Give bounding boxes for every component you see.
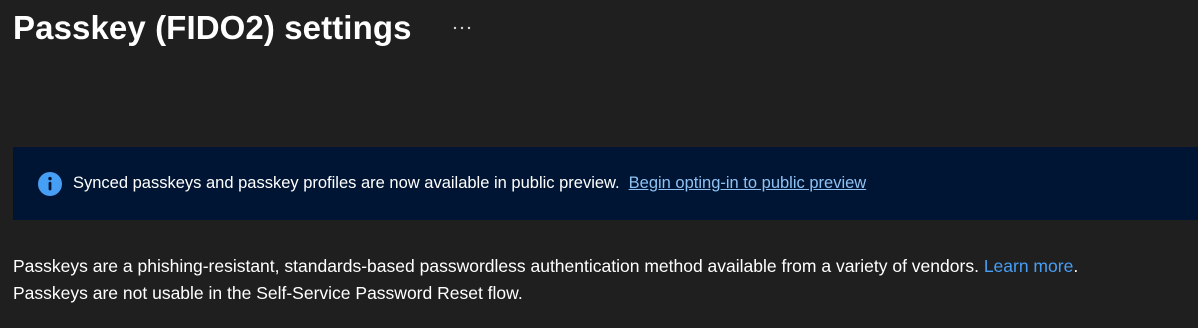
banner-message: Synced passkeys and passkey profiles are… (73, 174, 620, 192)
title-row: Passkey (FIDO2) settings (13, 8, 474, 48)
ellipsis-icon (453, 26, 470, 30)
description-text-1: Passkeys are a phishing-resistant, stand… (13, 256, 979, 276)
info-icon (38, 171, 62, 196)
description-period: . (1073, 256, 1079, 276)
description: Passkeys are a phishing-resistant, stand… (13, 253, 1193, 307)
more-options-button[interactable] (450, 16, 474, 40)
info-banner: Synced passkeys and passkey profiles are… (13, 147, 1198, 220)
page-title: Passkey (FIDO2) settings (13, 9, 412, 46)
begin-opt-in-link[interactable]: Begin opting-in to public preview (629, 174, 867, 193)
description-line-2: Passkeys are not usable in the Self-Serv… (13, 283, 523, 303)
page: Passkey (FIDO2) settings Synced passkeys… (0, 0, 1198, 328)
learn-more-link[interactable]: Learn more (984, 256, 1074, 276)
description-line-1: Passkeys are a phishing-resistant, stand… (13, 253, 1193, 280)
